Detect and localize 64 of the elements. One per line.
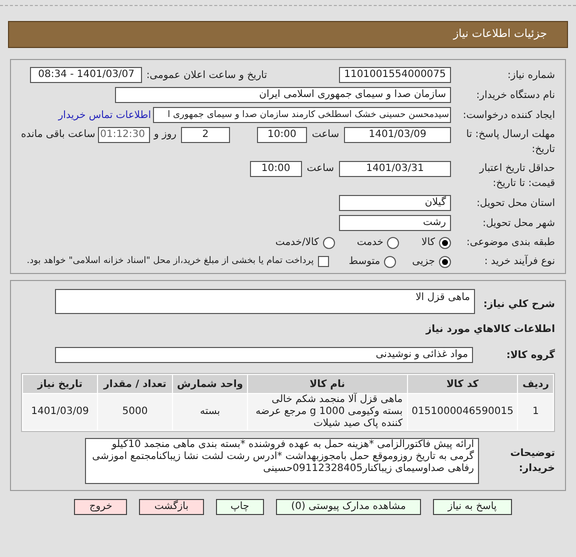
- column-header: نام کالا: [248, 375, 407, 393]
- remaining-time-field[interactable]: 01:12:30: [98, 127, 150, 143]
- province-field[interactable]: گیلان: [339, 195, 451, 211]
- validity-time-field[interactable]: 10:00: [250, 161, 302, 177]
- field-label: استان محل تحویل:: [476, 196, 555, 210]
- table-cell: بسته: [173, 394, 247, 430]
- checkbox-label: پرداخت تمام یا بخشی از مبلغ خرید،از محل "اسناد خزانه اسلامی" خواهد بود.: [26, 254, 314, 268]
- table-cell: 0151000046590015: [408, 394, 518, 430]
- goods-group-field[interactable]: مواد غذائی و نوشیدنی: [55, 347, 473, 363]
- field-label: مهلت ارسال پاسخ: تا تاریخ:: [465, 128, 555, 157]
- table-cell: ماهی قزل آلا منجمد شکم خالی بسته وکیومی 1000 g مرجع عرضه کننده پاک صید شیلات: [248, 394, 407, 430]
- radio-button[interactable]: [322, 236, 335, 248]
- action-button[interactable]: چاپ: [216, 499, 264, 515]
- radio-label: متوسط: [348, 255, 380, 269]
- column-header: ردیف: [518, 375, 553, 393]
- buyer-notes-field: ارائه پیش فاکتورالزامی *هزینه حمل به عهده فروشنده *بسته بندی ماهی منجمد 10کیلو گرمی به تاریخ روزوموقع حمل بامجوزبهداشت *ادرس رشت لشت نشا زیباکنامجتمع اموزشی رفاهی صداوسیمای زیباکنار09112328405حسینی: [85, 438, 479, 484]
- column-header: تاریخ نیاز: [23, 375, 97, 393]
- deadline-time-field[interactable]: 10:00: [257, 127, 307, 143]
- field-label: شرح کلي نياز:: [482, 298, 555, 312]
- field-label: نام دستگاه خریدار:: [475, 88, 555, 102]
- action-button[interactable]: مشاهده مدارک پیوستی (0): [276, 499, 421, 515]
- validity-date-field[interactable]: 1401/03/31: [339, 161, 451, 177]
- table-cell: 1401/03/09: [23, 394, 97, 430]
- column-header: واحد شمارش: [173, 375, 247, 393]
- action-button[interactable]: خروج: [74, 499, 128, 515]
- requester-field[interactable]: سیدمحسن حسینی خشک اسطلخی کارمند سازمان صدا و سیمای جمهوری ا: [153, 107, 451, 123]
- header-title: جزئیات اطلاعات نیاز: [453, 26, 547, 42]
- radio-label: جزیی: [412, 255, 435, 269]
- field-label: توضیحات خریدار:: [509, 447, 555, 476]
- field-label: ساعت: [312, 128, 340, 142]
- field-label: طبقه بندی موضوعی:: [466, 236, 555, 250]
- field-label: روز و: [154, 128, 177, 142]
- column-header: کد کالا: [408, 375, 518, 393]
- field-label: شماره نیاز:: [506, 68, 555, 82]
- buyer-org-field[interactable]: سازمان صدا و سیمای جمهوری اسلامی ایران: [115, 87, 451, 103]
- announce-date-field[interactable]: 1401/03/07 - 08:34: [30, 67, 142, 83]
- radio-label: کالا/خدمت: [275, 236, 319, 250]
- field-label: گروه کالا:: [505, 348, 555, 362]
- radio-label: کالا: [421, 236, 435, 250]
- field-label: ساعت: [306, 162, 334, 176]
- radio-label: خدمت: [356, 236, 384, 250]
- deadline-date-field[interactable]: 1401/03/09: [344, 127, 451, 143]
- field-label: ساعت باقی مانده: [21, 128, 96, 142]
- field-label: تاریخ و ساعت اعلان عمومی:: [146, 68, 267, 82]
- field-label: نوع فرآیند خرید :: [483, 254, 555, 269]
- need-number-field[interactable]: 1101001554000075: [339, 67, 451, 83]
- buyer-contact-link[interactable]: اطلاعات تماس خریدار: [58, 108, 151, 122]
- table-cell: 5000: [98, 394, 172, 430]
- field-label: حداقل تاریخ اعتبار قیمت: تا تاریخ:: [478, 162, 555, 191]
- goods-heading: اطلاعات کالاهاي مورد نياز: [424, 323, 555, 337]
- days-field[interactable]: 2: [180, 127, 230, 143]
- city-field[interactable]: رشت: [339, 215, 451, 231]
- radio-button[interactable]: [439, 236, 451, 248]
- radio-button[interactable]: [384, 256, 396, 268]
- checkbox[interactable]: [318, 256, 329, 267]
- action-button[interactable]: بازگشت: [139, 499, 204, 515]
- field-label: ایجاد کننده درخواست:: [462, 108, 555, 122]
- radio-button[interactable]: [387, 236, 400, 248]
- column-header: تعداد / مقدار: [98, 375, 172, 393]
- field-label: شهر محل تحویل:: [482, 216, 555, 230]
- radio-button[interactable]: [439, 256, 451, 268]
- description-field[interactable]: ماهی قزل الا: [55, 289, 475, 314]
- action-button[interactable]: پاسخ به نیاز: [432, 499, 512, 515]
- table-cell: 1: [518, 394, 553, 430]
